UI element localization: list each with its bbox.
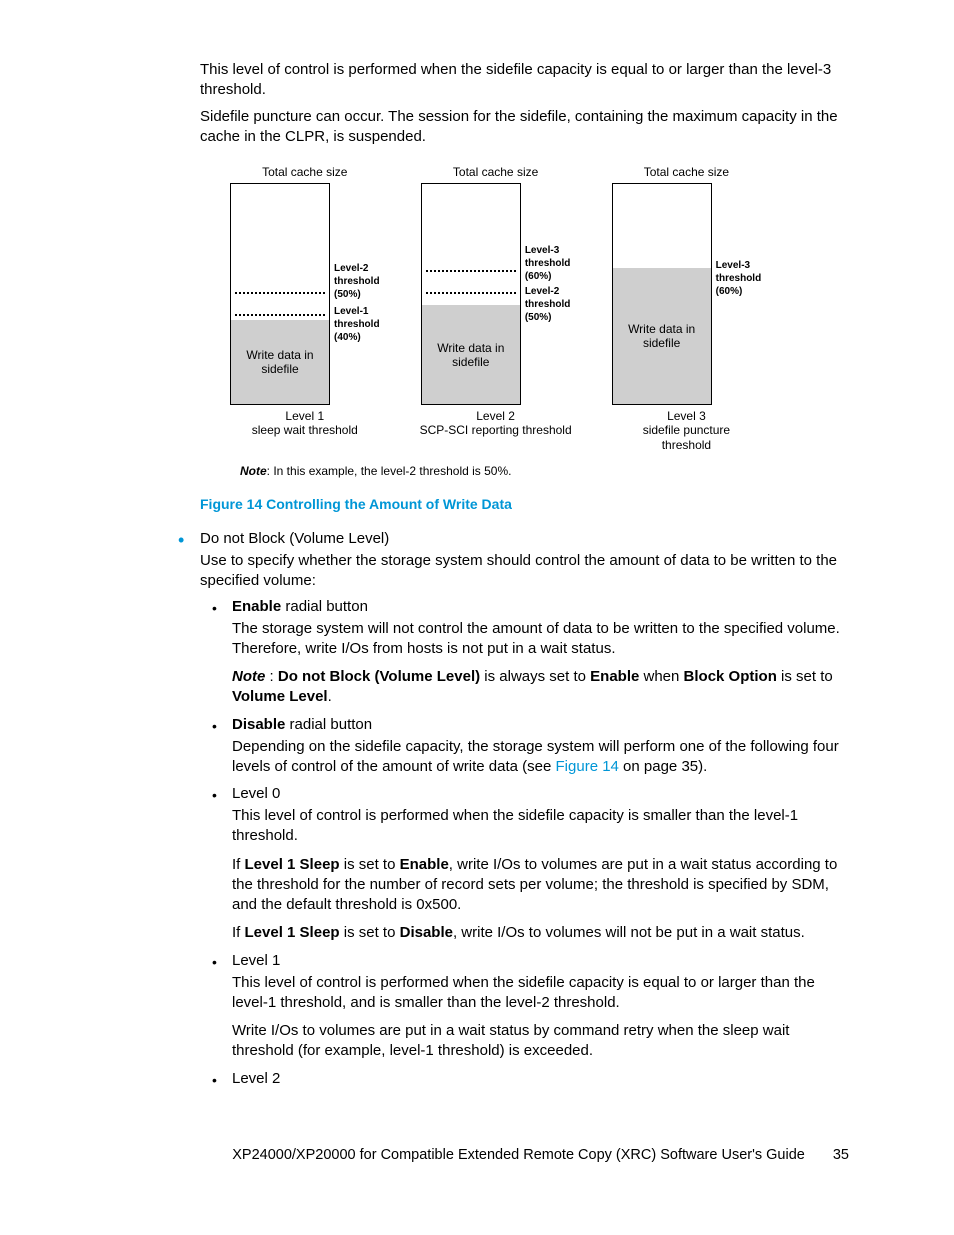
sub-level0: Level 0 — [200, 785, 849, 802]
figure-14-diagram: Total cache size Write data in sidefile … — [230, 165, 849, 478]
footer-page-number: 35 — [833, 1147, 849, 1163]
sub-level1: Level 1 — [200, 952, 849, 969]
bullet-do-not-block-desc: Use to specify whether the storage syste… — [200, 551, 849, 592]
fig3-caption-a: Level 3 — [667, 409, 706, 423]
fig1-total-cache-label: Total cache size — [262, 165, 347, 179]
bullet-do-not-block: Do not Block (Volume Level) Use to speci… — [170, 530, 849, 1087]
fig3-total-cache-label: Total cache size — [644, 165, 729, 179]
figure-note: Note: In this example, the level-2 thres… — [240, 464, 849, 478]
figure-14-title: Figure 14 Controlling the Amount of Writ… — [200, 496, 849, 512]
footer-title: XP24000/XP20000 for Compatible Extended … — [232, 1147, 805, 1163]
intro-para-2: Sidefile puncture can occur. The session… — [170, 107, 849, 148]
intro-para-1: This level of control is performed when … — [170, 60, 849, 101]
sub-enable: Enable radial button — [200, 598, 849, 615]
page-footer: XP24000/XP20000 for Compatible Extended … — [170, 1147, 849, 1163]
fig1-sidefile: sidefile — [231, 362, 329, 376]
figure-14-link[interactable]: Figure 14 — [556, 758, 619, 775]
sub-disable-desc: Depending on the sidefile capacity, the … — [232, 737, 849, 778]
fig3-caption-b: sidefile puncture — [643, 423, 730, 437]
fig3-write-data: Write data in — [613, 322, 711, 336]
fig3-sidefile: sidefile — [613, 336, 711, 350]
sub-level0-p1: This level of control is performed when … — [232, 806, 849, 847]
sub-level0-p3: If Level 1 Sleep is set to Disable, writ… — [232, 923, 849, 943]
fig2-total-cache-label: Total cache size — [453, 165, 538, 179]
fig1-write-data: Write data in — [231, 348, 329, 362]
sub-disable: Disable radial button — [200, 716, 849, 733]
fig1-caption-a: Level 1 — [285, 409, 324, 423]
sub-level1-p1: This level of control is performed when … — [232, 973, 849, 1014]
sub-enable-note: Note : Do not Block (Volume Level) is al… — [232, 667, 849, 708]
fig2-caption-a: Level 2 — [476, 409, 515, 423]
fig1-caption-b: sleep wait threshold — [252, 423, 358, 437]
fig2-write-data: Write data in — [422, 341, 520, 355]
sub-level1-p2: Write I/Os to volumes are put in a wait … — [232, 1021, 849, 1062]
sub-level2: Level 2 — [200, 1070, 849, 1087]
sub-level0-p2: If Level 1 Sleep is set to Enable, write… — [232, 855, 849, 916]
fig2-sidefile: sidefile — [422, 355, 520, 369]
sub-enable-desc1: The storage system will not control the … — [232, 619, 849, 660]
fig2-caption-b: SCP-SCI reporting threshold — [420, 423, 572, 437]
fig3-caption-c: threshold — [662, 438, 711, 452]
